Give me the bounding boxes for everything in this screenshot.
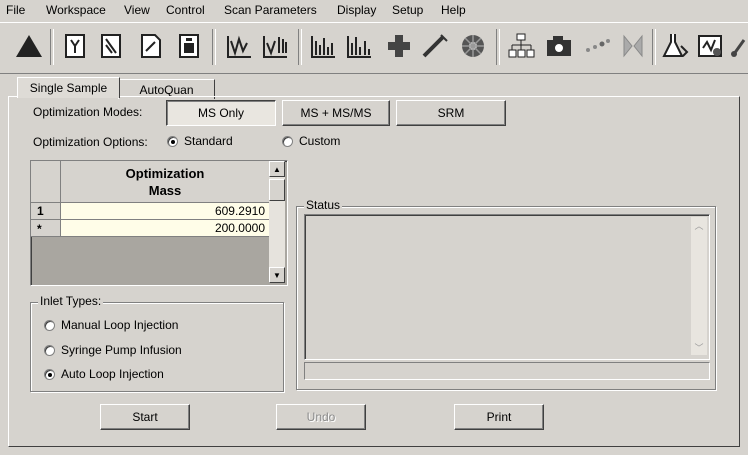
scroll-up-arrow-icon[interactable]: ▲ (269, 161, 285, 177)
menu-control[interactable]: Control (166, 3, 205, 17)
toolbar-separator (652, 29, 656, 65)
inlet-types-title: Inlet Types: (38, 294, 104, 308)
srm-label: SRM (437, 106, 465, 120)
tab-autoquan-label: AutoQuan (139, 82, 194, 97)
custom-radio-dot[interactable] (282, 135, 293, 147)
camera-icon[interactable] (544, 31, 574, 61)
standard-radio-label: Standard (184, 134, 233, 148)
spectrum-icon[interactable] (224, 31, 254, 61)
plus-icon[interactable] (384, 31, 414, 61)
start-label: Start (132, 410, 158, 424)
chromatogram-icon[interactable] (308, 31, 338, 61)
grid-header-line1: Optimization (125, 166, 205, 181)
syringe-pump-infusion-radio[interactable]: Syringe Pump Infusion (44, 343, 182, 357)
auto-loop-radio-dot[interactable] (44, 368, 55, 380)
menu-help[interactable]: Help (441, 3, 466, 17)
grid-corner (31, 161, 61, 203)
scroll-down-arrow-icon[interactable]: ▼ (269, 267, 285, 283)
tab-single-sample-label: Single Sample (29, 81, 108, 95)
undo-label: Undo (306, 410, 336, 424)
grid-cell-mass[interactable]: 609.2910 (61, 203, 269, 220)
syringe-pump-label: Syringe Pump Infusion (61, 343, 182, 357)
syringe-icon[interactable] (420, 31, 450, 61)
optimization-mass-grid: Optimization Mass 1 609.2910 * 200.0000 … (30, 160, 288, 286)
grid-cell-mass[interactable]: 200.0000 (61, 220, 269, 237)
custom-radio[interactable]: Custom (282, 134, 340, 148)
status-text-area[interactable]: ︿ ﹀ (304, 214, 710, 360)
flow-diagram-icon[interactable] (506, 31, 536, 61)
ms-msms-label: MS + MS/MS (300, 106, 372, 120)
menu-scan-parameters[interactable]: Scan Parameters (224, 3, 317, 17)
document-icon[interactable] (136, 31, 166, 61)
scroll-thumb[interactable] (269, 179, 285, 201)
toolbar-separator (50, 29, 54, 65)
manual-loop-injection-radio[interactable]: Manual Loop Injection (44, 318, 178, 332)
undo-button[interactable]: Undo (276, 404, 366, 430)
grid-row-marker[interactable]: 1 (31, 203, 61, 220)
calibrate-icon[interactable] (696, 31, 726, 61)
toolbar-separator (212, 29, 216, 65)
print-button[interactable]: Print (454, 404, 544, 430)
print-label: Print (486, 410, 512, 424)
auto-loop-label: Auto Loop Injection (61, 367, 164, 381)
dots-icon[interactable] (582, 31, 612, 61)
menu-file[interactable]: File (6, 3, 25, 17)
status-triangle-icon[interactable] (14, 31, 44, 61)
custom-radio-label: Custom (299, 134, 341, 148)
status-progress-bar (304, 362, 710, 380)
menu-bar: File Workspace View Control Scan Paramet… (0, 0, 748, 20)
grid-header-line2: Mass (148, 183, 182, 198)
manual-loop-radio-dot[interactable] (44, 319, 55, 331)
menu-setup[interactable]: Setup (392, 3, 423, 17)
start-button[interactable]: Start (100, 404, 190, 430)
optimization-modes-label: Optimization Modes: (33, 105, 143, 119)
spectrum-2-icon[interactable] (260, 31, 290, 61)
report-icon[interactable] (174, 31, 204, 61)
menu-view[interactable]: View (124, 3, 150, 17)
instrument-icon[interactable] (96, 31, 126, 61)
standard-radio[interactable]: Standard (167, 134, 233, 148)
menu-workspace[interactable]: Workspace (46, 3, 106, 17)
standard-radio-dot[interactable] (167, 135, 178, 147)
toolbar-separator (298, 29, 302, 65)
toolbar (0, 22, 748, 74)
wheel-icon[interactable] (458, 31, 488, 61)
ms-only-label: MS Only (197, 106, 244, 120)
menu-display[interactable]: Display (337, 3, 376, 17)
status-scroll-down-icon[interactable]: ﹀ (691, 339, 707, 355)
bar-chart-icon[interactable] (344, 31, 374, 61)
syringe-pump-radio-dot[interactable] (44, 344, 55, 356)
auto-loop-injection-radio[interactable]: Auto Loop Injection (44, 367, 164, 381)
optimization-options-label: Optimization Options: (33, 135, 148, 149)
status-scroll-up-icon[interactable]: ︿ (691, 217, 707, 233)
grid-scrollbar[interactable]: ▲ ▼ (269, 161, 285, 283)
status-scrollbar[interactable]: ︿ ﹀ (691, 217, 707, 355)
srm-button[interactable]: SRM (396, 100, 506, 126)
tune-icon[interactable] (60, 31, 90, 61)
status-title: Status (304, 198, 343, 212)
grid-row-marker[interactable]: * (31, 220, 61, 237)
probe-icon[interactable] (730, 31, 748, 61)
toolbar-separator (496, 29, 500, 65)
manual-loop-label: Manual Loop Injection (61, 318, 179, 332)
flask-icon[interactable] (660, 31, 690, 61)
valve-icon[interactable] (618, 31, 648, 61)
tab-single-sample[interactable]: Single Sample (17, 77, 120, 98)
grid-header: Optimization Mass (61, 161, 269, 203)
ms-only-button[interactable]: MS Only (166, 100, 276, 126)
ms-msms-button[interactable]: MS + MS/MS (282, 100, 390, 126)
